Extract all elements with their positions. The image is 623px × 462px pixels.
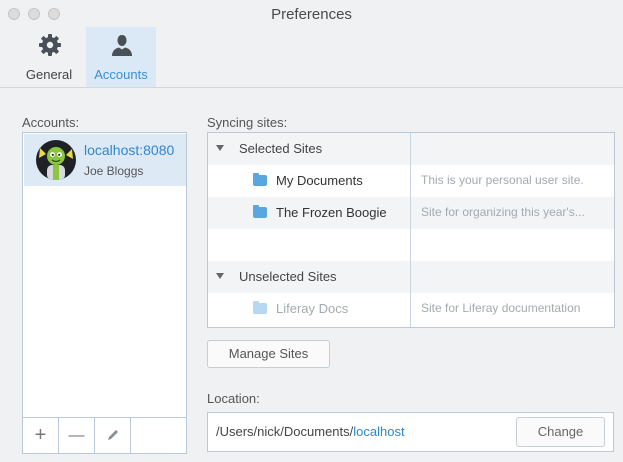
edit-account-button[interactable]: [95, 418, 131, 453]
change-location-button[interactable]: Change: [516, 417, 605, 447]
remove-account-button[interactable]: —: [59, 418, 95, 453]
column-divider: [410, 133, 411, 327]
user-icon: [112, 35, 132, 56]
location-path-prefix: /Users/nick/Documents/: [216, 424, 354, 439]
add-account-button[interactable]: +: [23, 418, 59, 453]
location-field: /Users/nick/Documents/localhost Change: [207, 412, 614, 452]
folder-icon: [253, 301, 267, 314]
site-name: Liferay Docs: [276, 301, 349, 316]
accounts-list: localhost:8080 Joe Bloggs + —: [22, 132, 187, 454]
window-title: Preferences: [271, 6, 352, 23]
account-user: Joe Bloggs: [84, 164, 144, 178]
group-label: Selected Sites: [239, 141, 323, 156]
site-description: Site for Liferay documentation: [421, 301, 581, 315]
disclosure-triangle-icon[interactable]: [216, 145, 224, 151]
site-row-liferay-docs[interactable]: Liferay Docs Site for Liferay documentat…: [208, 293, 614, 325]
syncing-sites-label: Syncing sites:: [207, 115, 288, 130]
site-name: The Frozen Boogie: [276, 205, 387, 220]
site-description: This is your personal user site.: [421, 173, 584, 187]
preferences-toolbar: General Accounts: [0, 27, 623, 88]
location-label: Location:: [207, 391, 260, 406]
location-path-host: localhost: [353, 424, 405, 439]
site-row-my-documents[interactable]: My Documents This is your personal user …: [208, 165, 614, 197]
tab-accounts-label: Accounts: [94, 67, 148, 82]
avatar: [36, 140, 76, 180]
footer-spacer: [131, 418, 186, 453]
disclosure-triangle-icon[interactable]: [216, 273, 224, 279]
accounts-footer: + —: [23, 417, 186, 453]
accounts-label: Accounts:: [22, 115, 80, 130]
title-bar: Preferences: [0, 0, 623, 30]
site-name: My Documents: [276, 173, 363, 188]
account-item-localhost[interactable]: localhost:8080 Joe Bloggs: [24, 134, 186, 186]
tab-general[interactable]: General: [14, 27, 84, 87]
account-host: localhost:8080: [84, 142, 175, 158]
gear-icon: [39, 34, 61, 56]
syncing-sites-table: Selected Sites My Documents This is your…: [207, 132, 615, 328]
site-description: Site for organizing this year's...: [421, 205, 585, 219]
empty-row: [208, 229, 614, 261]
folder-icon: [253, 173, 267, 186]
group-unselected-sites[interactable]: Unselected Sites: [208, 261, 614, 293]
group-label: Unselected Sites: [239, 269, 337, 284]
tab-general-label: General: [25, 67, 73, 82]
folder-icon: [253, 205, 267, 218]
manage-sites-button[interactable]: Manage Sites: [207, 340, 330, 368]
group-selected-sites[interactable]: Selected Sites: [208, 133, 614, 165]
location-path: /Users/nick/Documents/localhost: [216, 424, 405, 439]
site-row-frozen-boogie[interactable]: The Frozen Boogie Site for organizing th…: [208, 197, 614, 229]
tab-accounts[interactable]: Accounts: [86, 27, 156, 87]
pencil-icon: [107, 430, 118, 440]
